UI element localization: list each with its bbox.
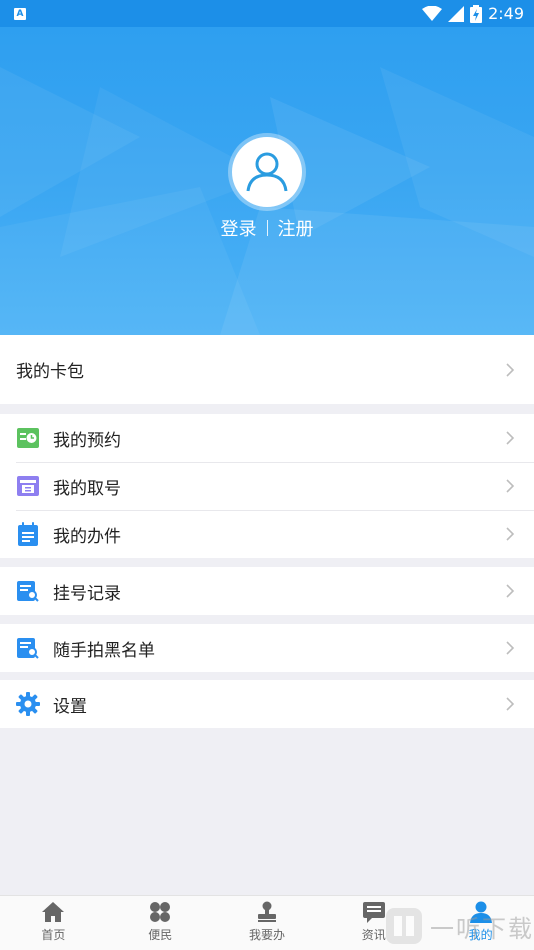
menu-item-settings[interactable]: 设置	[0, 680, 534, 728]
stamp-icon	[257, 901, 276, 922]
news-icon	[362, 902, 385, 923]
appointment-icon	[16, 426, 40, 450]
menu-item-label: 随手拍黑名单	[53, 640, 155, 661]
document-list-icon	[16, 522, 40, 546]
menu-item-appointments[interactable]: 我的预约	[0, 414, 534, 462]
menu-item-label: 我的办件	[53, 526, 121, 547]
menu-item-label: 我的预约	[53, 430, 121, 451]
chevron-right-icon	[506, 362, 515, 377]
menu-item-snapshot-blacklist[interactable]: 随手拍黑名单	[0, 624, 534, 672]
menu-group-registration: 挂号记录	[0, 567, 534, 615]
menu-item-label: 设置	[53, 696, 87, 717]
menu-item-label: 我的取号	[53, 478, 121, 499]
auth-links: 登录 注册	[0, 215, 534, 241]
menu-group-services: 我的预约 我的取号 我的办件	[0, 414, 534, 558]
menu-group-settings: 设置	[0, 680, 534, 728]
signal-icon	[448, 5, 465, 22]
tab-mine[interactable]: 我的	[427, 896, 534, 950]
wifi-icon	[422, 5, 443, 21]
menu-item-queue-tickets[interactable]: 我的取号	[0, 462, 534, 510]
tab-label: 我的	[468, 928, 493, 942]
profile-header: 登录 注册	[0, 27, 534, 335]
status-time: 2:49	[488, 4, 524, 23]
auth-divider	[266, 220, 268, 236]
menu-item-my-cases[interactable]: 我的办件	[0, 510, 534, 558]
status-right: 2:49	[422, 4, 524, 23]
status-bar: A 2:49	[0, 0, 534, 27]
gear-icon	[16, 692, 40, 716]
user-icon	[469, 901, 492, 923]
bottom-tab-bar: 首页 便民 我要办 资讯 我的	[0, 895, 534, 950]
ticket-icon	[16, 474, 40, 498]
status-left: A	[14, 7, 26, 20]
chevron-right-icon	[506, 431, 515, 445]
tab-label: 首页	[41, 928, 66, 942]
menu-item-label: 我的卡包	[16, 362, 84, 382]
register-link[interactable]: 注册	[278, 215, 314, 241]
blacklist-search-icon	[16, 636, 40, 660]
tab-label: 资讯	[361, 928, 386, 942]
tab-label: 我要办	[248, 928, 285, 942]
home-icon	[42, 902, 65, 922]
login-link[interactable]: 登录	[221, 215, 257, 241]
chevron-right-icon	[506, 697, 515, 711]
menu-item-registration-records[interactable]: 挂号记录	[0, 567, 534, 615]
chevron-right-icon	[506, 641, 515, 655]
battery-icon	[470, 4, 483, 23]
avatar[interactable]	[232, 137, 302, 207]
tab-news[interactable]: 资讯	[320, 896, 427, 950]
tab-home[interactable]: 首页	[0, 896, 107, 950]
menu-item-card-wallet[interactable]: 我的卡包	[0, 335, 534, 404]
record-search-icon	[16, 579, 40, 603]
chevron-right-icon	[506, 479, 515, 493]
menu-item-label: 挂号记录	[53, 583, 121, 604]
user-avatar-icon	[246, 152, 288, 192]
clover-icon	[150, 902, 171, 922]
tab-label: 便民	[148, 928, 173, 942]
app-notification-icon: A	[14, 7, 26, 20]
menu-group-blacklist: 随手拍黑名单	[0, 624, 534, 672]
chevron-right-icon	[506, 584, 515, 598]
chevron-right-icon	[506, 527, 515, 541]
tab-services[interactable]: 我要办	[214, 896, 321, 950]
tab-convenience[interactable]: 便民	[107, 896, 214, 950]
card-section: 我的卡包	[0, 335, 534, 404]
